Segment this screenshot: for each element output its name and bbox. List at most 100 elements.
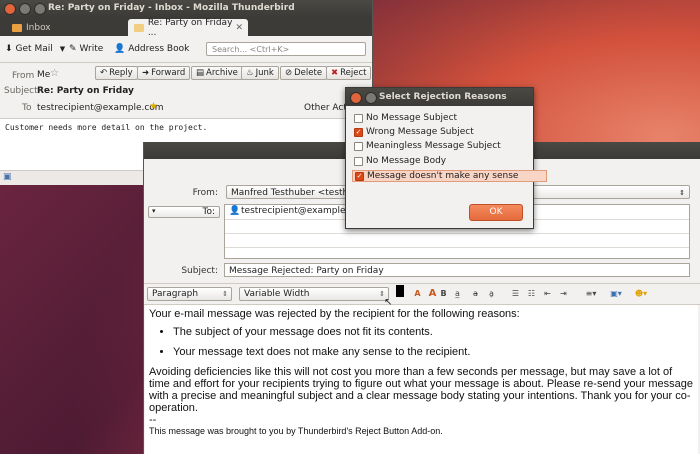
option-label: No Message Body bbox=[366, 156, 447, 166]
dropdown-arrow-icon: ⇕ bbox=[679, 189, 685, 197]
delete-label: Delete bbox=[294, 68, 323, 78]
paragraph-format-select[interactable]: Paragraph ⇕ bbox=[147, 287, 232, 301]
option-no-body[interactable]: No Message Body bbox=[354, 155, 446, 167]
from-field-label: From: bbox=[192, 188, 218, 198]
option-no-subject[interactable]: No Message Subject bbox=[354, 112, 457, 124]
maximize-window-button[interactable] bbox=[34, 3, 46, 15]
pencil-icon: ✎ bbox=[69, 44, 77, 54]
tab-label: Re: Party on Friday ... bbox=[147, 17, 233, 38]
ok-button[interactable]: OK bbox=[469, 204, 523, 221]
dialog-window-controls bbox=[350, 92, 377, 104]
font-larger-icon[interactable]: A bbox=[427, 289, 438, 299]
compose-editor[interactable]: Your e-mail message was rejected by the … bbox=[145, 305, 698, 454]
reject-icon: ✖ bbox=[331, 68, 339, 78]
forward-button[interactable]: ➜ Forward bbox=[137, 66, 191, 80]
archive-label: Archive bbox=[206, 68, 238, 78]
option-label: Message doesn't make any sense bbox=[367, 171, 519, 181]
close-dialog-button[interactable] bbox=[350, 92, 362, 104]
smiley-icon[interactable]: ☻▾ bbox=[633, 289, 649, 299]
envelope-icon bbox=[134, 23, 144, 32]
font-select[interactable]: Variable Width ⇕ bbox=[239, 287, 389, 301]
star-filled-icon[interactable]: ★ bbox=[149, 101, 158, 112]
dropdown-arrow-icon: ⇕ bbox=[222, 290, 228, 298]
junk-icon: ♨ bbox=[246, 68, 254, 78]
write-button[interactable]: ✎ Write bbox=[69, 44, 103, 54]
indent-icon[interactable]: ⇥ bbox=[558, 289, 569, 299]
delete-icon: ⊘ bbox=[285, 68, 293, 78]
dialog-titlebar: Select Rejection Reasons bbox=[346, 88, 533, 106]
reply-button[interactable]: ↶ Reply bbox=[95, 66, 138, 80]
reject-button[interactable]: ✖ Reject bbox=[326, 66, 372, 80]
star-icon[interactable]: ☆ bbox=[50, 68, 59, 79]
option-no-sense[interactable]: ✓ Message doesn't make any sense bbox=[352, 170, 548, 182]
delete-button[interactable]: ⊘ Delete bbox=[280, 66, 328, 80]
insert-image-icon[interactable]: ▣▾ bbox=[607, 289, 625, 299]
option-label: Wrong Message Subject bbox=[366, 127, 474, 137]
to-value[interactable]: testrecipient@example.com bbox=[37, 103, 164, 113]
recipient-row[interactable] bbox=[225, 233, 689, 248]
number-list-icon[interactable]: ☷ bbox=[526, 289, 537, 299]
other-actions-button[interactable]: Other Acti bbox=[304, 103, 349, 113]
checkbox[interactable] bbox=[354, 156, 363, 166]
window-controls bbox=[4, 3, 46, 15]
dialog-title: Select Rejection Reasons bbox=[379, 92, 507, 102]
underline-icon[interactable]: a̲ bbox=[452, 289, 463, 299]
signature-separator: -- bbox=[149, 414, 157, 426]
checkbox-checked[interactable]: ✓ bbox=[354, 127, 363, 137]
from-label: From bbox=[12, 71, 35, 81]
junk-button[interactable]: ♨ Junk bbox=[241, 66, 279, 80]
address-book-button[interactable]: 👤 Address Book bbox=[114, 44, 189, 54]
reply-label: Reply bbox=[109, 68, 133, 78]
contact-icon: 👤 bbox=[229, 206, 241, 216]
tab-inbox[interactable]: Inbox bbox=[6, 19, 122, 36]
dropdown-arrow-icon: ▾ bbox=[152, 207, 156, 215]
status-icon: ▣ bbox=[3, 172, 12, 182]
checkbox[interactable] bbox=[354, 113, 363, 123]
checkbox[interactable] bbox=[354, 141, 363, 151]
minimize-window-button[interactable] bbox=[19, 3, 31, 15]
list-item: Your message text does not make any sens… bbox=[173, 346, 694, 358]
subject-value: Re: Party on Friday bbox=[37, 86, 134, 96]
search-input[interactable]: Search... <Ctrl+K> bbox=[206, 42, 366, 56]
archive-button[interactable]: ▤ Archive bbox=[191, 66, 243, 80]
option-label: No Message Subject bbox=[366, 113, 458, 123]
subject-field-label: Subject: bbox=[181, 266, 218, 276]
rejection-reasons-dialog: Select Rejection Reasons No Message Subj… bbox=[345, 87, 548, 229]
bold-icon[interactable]: B bbox=[438, 289, 449, 299]
align-icon[interactable]: ≡▾ bbox=[583, 289, 599, 299]
get-mail-button[interactable]: ⬇ Get Mail ▼ bbox=[5, 44, 65, 54]
bullet-list-icon[interactable]: ☰ bbox=[510, 289, 521, 299]
mouse-cursor-icon: ↖ bbox=[384, 297, 393, 308]
forward-label: Forward bbox=[151, 68, 186, 78]
from-value[interactable]: Me bbox=[37, 70, 50, 80]
checkbox-checked[interactable]: ✓ bbox=[355, 171, 364, 181]
subject-input[interactable]: Message Rejected: Party on Friday bbox=[224, 263, 690, 277]
to-label: To bbox=[22, 103, 32, 113]
junk-label: Junk bbox=[255, 68, 274, 78]
minimize-dialog-button[interactable] bbox=[365, 92, 377, 104]
body-closing: Avoiding deficiencies like this will not… bbox=[149, 366, 693, 414]
strike-icon[interactable]: a̶ bbox=[470, 289, 481, 299]
subject-label: Subject bbox=[4, 86, 38, 96]
chevron-down-icon[interactable]: ▼ bbox=[60, 45, 65, 53]
folder-icon bbox=[12, 23, 22, 32]
outdent-icon[interactable]: ⇤ bbox=[542, 289, 553, 299]
code-icon[interactable]: a̱ bbox=[486, 289, 497, 299]
option-meaningless-subject[interactable]: Meaningless Message Subject bbox=[354, 140, 501, 152]
tab-label: Inbox bbox=[26, 22, 51, 33]
reject-label: Reject bbox=[340, 68, 367, 78]
text-color-swatch[interactable] bbox=[396, 285, 404, 297]
window-title: Re: Party on Friday - Inbox - Mozilla Th… bbox=[48, 3, 295, 13]
close-window-button[interactable] bbox=[4, 3, 16, 15]
close-tab-icon[interactable]: ✕ bbox=[235, 23, 243, 33]
recipient-type-label: To: bbox=[202, 207, 215, 217]
forward-icon: ➜ bbox=[142, 68, 150, 78]
font-smaller-icon[interactable]: A bbox=[412, 289, 423, 299]
option-wrong-subject[interactable]: ✓ Wrong Message Subject bbox=[354, 126, 474, 138]
address-book-label: Address Book bbox=[128, 44, 190, 54]
recipient-type-select[interactable]: ▾ To: bbox=[148, 206, 220, 218]
tab-message[interactable]: Re: Party on Friday ... ✕ bbox=[128, 17, 248, 38]
reply-icon: ↶ bbox=[100, 68, 108, 78]
list-item: The subject of your message does not fit… bbox=[173, 326, 694, 338]
body-intro: Your e-mail message was rejected by the … bbox=[149, 308, 694, 320]
